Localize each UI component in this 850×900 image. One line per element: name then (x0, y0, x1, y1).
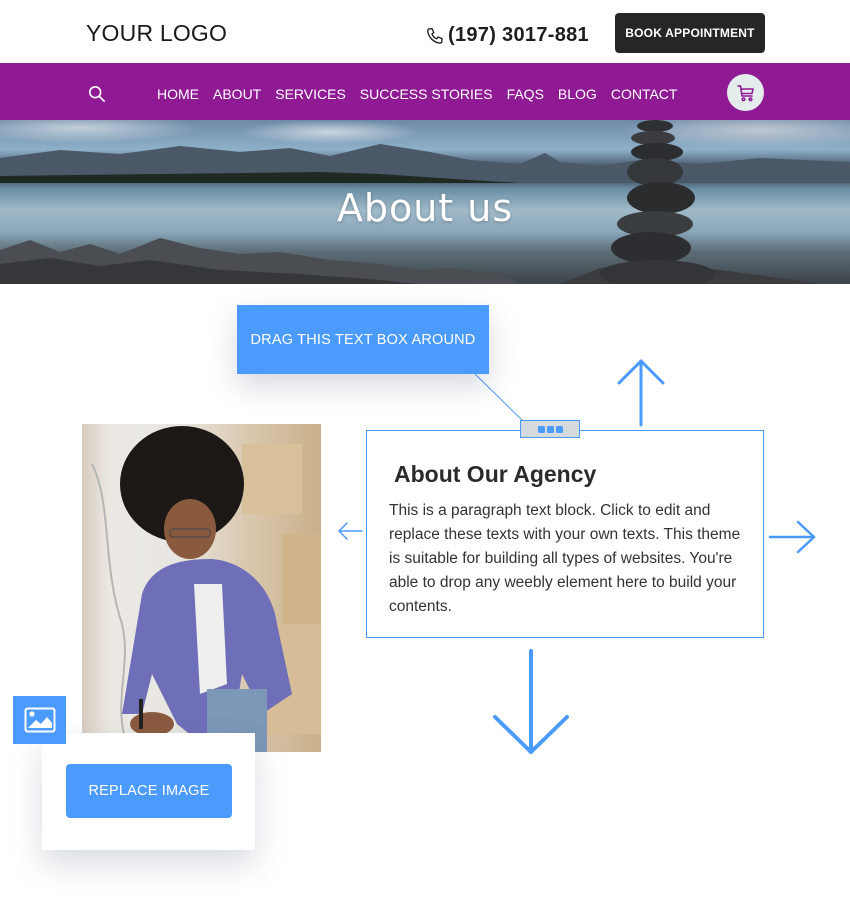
cart-icon (736, 84, 754, 101)
nav-item-services[interactable]: SERVICES (268, 63, 353, 120)
nav-item-success-stories[interactable]: SUCCESS STORIES (353, 63, 500, 120)
handle-dot (546, 425, 554, 433)
nav-item-about[interactable]: ABOUT (206, 63, 269, 121)
main-nav: HOME ABOUT SERVICES SUCCESS STORIES FAQS… (0, 63, 850, 121)
arrow-down-icon (493, 649, 569, 754)
nav-item-contact[interactable]: CONTACT (604, 63, 685, 120)
phone-icon (427, 27, 443, 44)
drag-handle[interactable] (520, 420, 580, 438)
photo-illustration (91, 426, 321, 752)
image-icon (24, 707, 55, 733)
nav-item-faqs[interactable]: FAQS (500, 63, 551, 120)
search-icon[interactable] (88, 85, 106, 103)
drag-connector-line (474, 373, 524, 422)
text-block[interactable]: About Our Agency This is a paragraph tex… (366, 430, 764, 638)
logo[interactable]: YOUR LOGO (86, 20, 227, 47)
arrow-left-icon (338, 522, 363, 540)
drag-hint-box[interactable]: DRAG THIS TEXT BOX AROUND (237, 305, 489, 374)
phone-contact[interactable]: (197) 3017-881 (425, 24, 589, 47)
banner-title: About us (336, 186, 514, 230)
cart-button[interactable] (727, 74, 764, 111)
phone-number: (197) 3017-881 (448, 24, 589, 46)
agency-photo[interactable] (82, 424, 321, 752)
image-settings-button[interactable] (13, 696, 66, 744)
handle-dot (537, 425, 545, 433)
arrow-up-icon (617, 359, 665, 427)
replace-image-button[interactable]: REPLACE IMAGE (66, 764, 232, 818)
nav-menu: HOME ABOUT SERVICES SUCCESS STORIES FAQS… (150, 63, 685, 121)
top-header: YOUR LOGO (197) 3017-881 BOOK APPOINTMEN… (0, 0, 850, 63)
nav-item-home[interactable]: HOME (150, 63, 206, 120)
book-appointment-button[interactable]: BOOK APPOINTMENT (615, 13, 765, 53)
handle-dot (555, 425, 563, 433)
section-title[interactable]: About Our Agency (394, 461, 596, 488)
arrow-right-icon (768, 520, 816, 554)
banner-rocks (0, 238, 820, 284)
banner-mountains (0, 144, 850, 183)
hero-banner: About us (0, 120, 850, 284)
nav-item-blog[interactable]: BLOG (551, 63, 604, 120)
section-paragraph[interactable]: This is a paragraph text block. Click to… (389, 499, 749, 619)
